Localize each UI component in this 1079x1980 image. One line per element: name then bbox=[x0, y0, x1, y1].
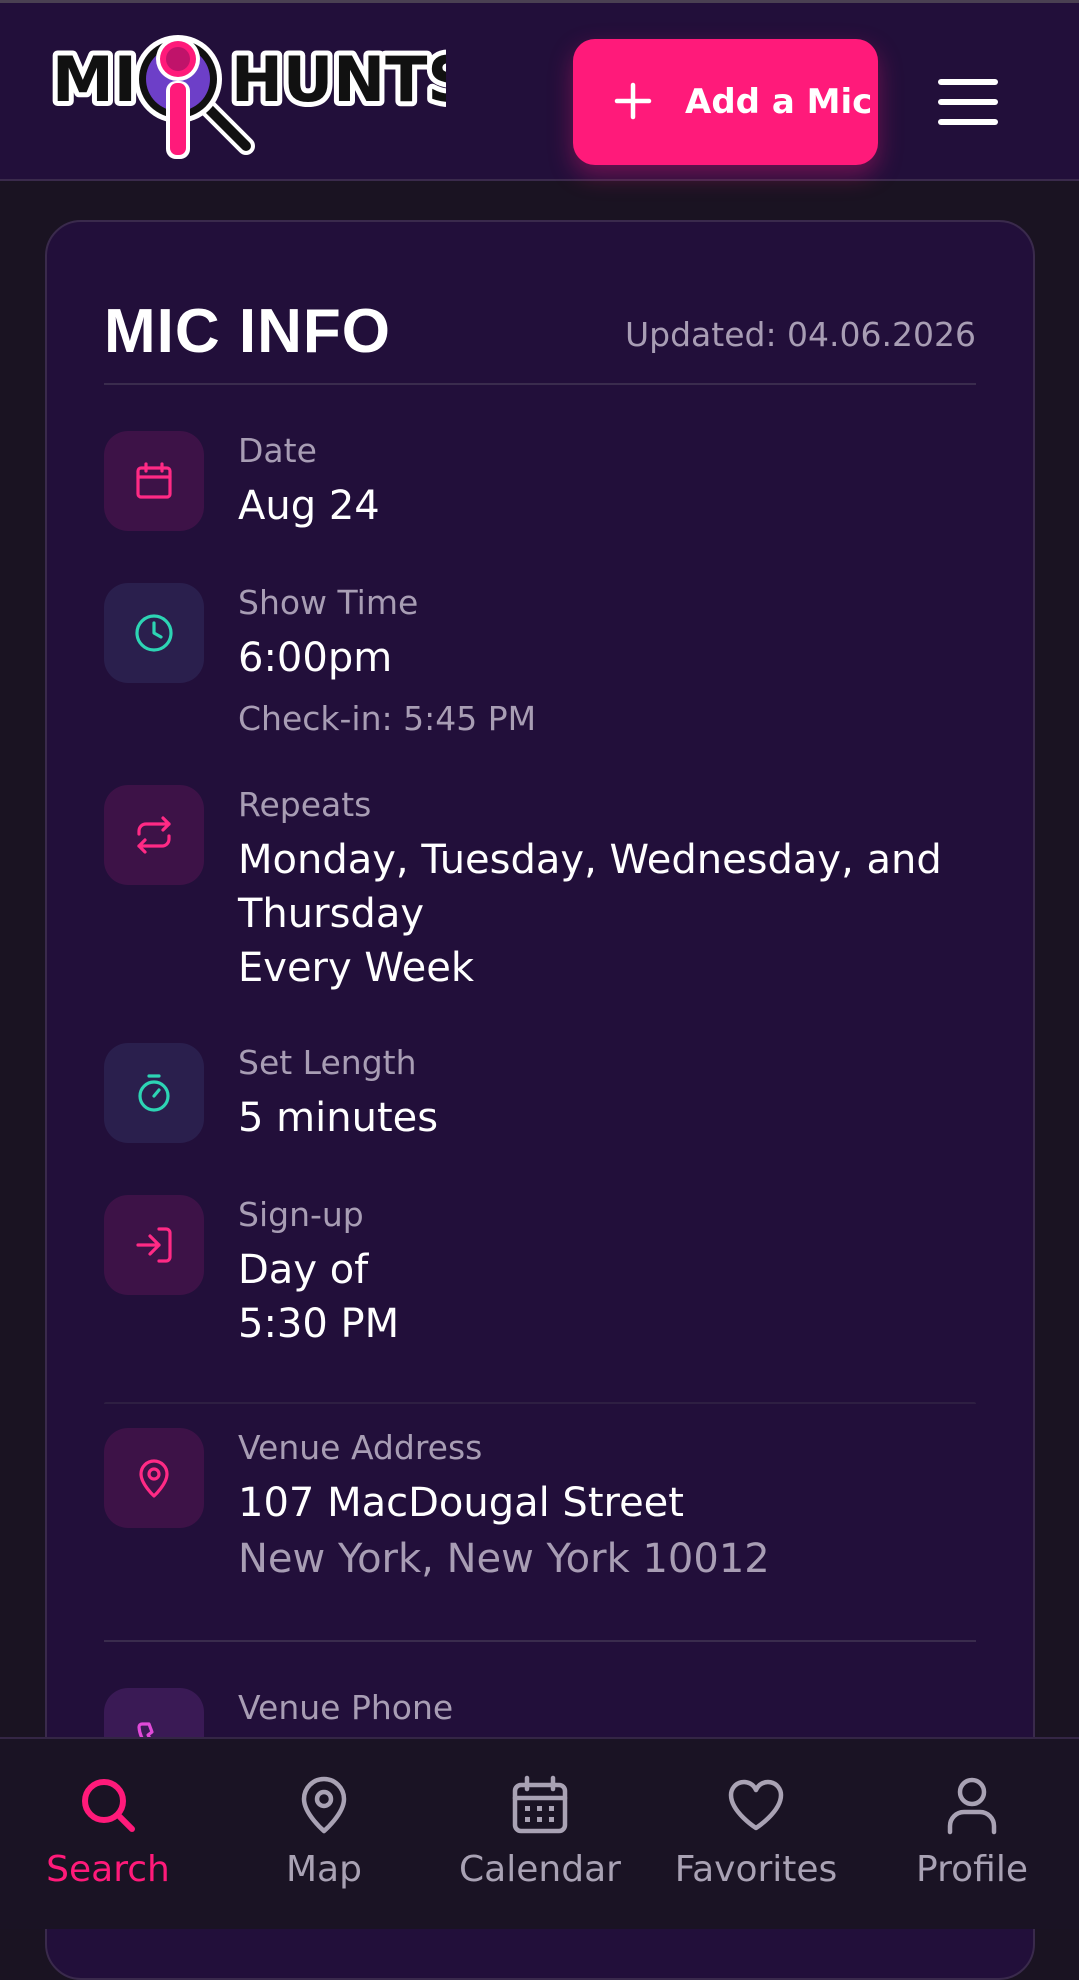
nav-search[interactable]: Search bbox=[8, 1739, 208, 1931]
nav-label: Map bbox=[286, 1849, 362, 1890]
venue-street: 107 MacDougal Street bbox=[238, 1480, 684, 1526]
nav-profile[interactable]: Profile bbox=[872, 1739, 1072, 1931]
section-divider bbox=[104, 1640, 976, 1642]
row-value-frequency: Every Week bbox=[238, 945, 474, 991]
row-value: Day of bbox=[238, 1247, 369, 1293]
calendar-icon bbox=[136, 462, 172, 499]
hamburger-menu-button[interactable] bbox=[938, 79, 998, 129]
row-value: 6:00pm bbox=[238, 635, 393, 681]
row-value: 5 minutes bbox=[238, 1095, 439, 1141]
logo-text-hunts-fill: HUNTS bbox=[231, 43, 446, 116]
menu-line bbox=[938, 119, 998, 125]
nav-label: Profile bbox=[916, 1849, 1028, 1890]
clock-icon bbox=[135, 614, 173, 652]
calendar-icon-box bbox=[104, 431, 204, 531]
nav-label: Calendar bbox=[459, 1849, 621, 1890]
row-label: Date bbox=[238, 431, 317, 470]
row-label: Repeats bbox=[238, 785, 372, 824]
row-value: Aug 24 bbox=[238, 483, 380, 529]
title-divider bbox=[104, 383, 976, 385]
add-mic-button[interactable]: Add a Mic bbox=[573, 39, 878, 165]
stopwatch-icon bbox=[138, 1074, 170, 1112]
nav-label: Search bbox=[46, 1849, 170, 1890]
nav-map[interactable]: Map bbox=[224, 1739, 424, 1931]
row-value: Monday, Tuesday, Wednesday, and Thursday bbox=[238, 837, 942, 937]
section-divider bbox=[104, 1402, 976, 1404]
repeat-icon bbox=[137, 816, 171, 854]
row-label: Sign-up bbox=[238, 1195, 364, 1234]
page-title: MIC INFO bbox=[104, 297, 391, 366]
app-header: MIC MIC HUNTS HUNTS Add a Mic bbox=[0, 3, 1079, 181]
venue-city: New York, New York 10012 bbox=[238, 1536, 770, 1582]
mic-hunts-logo[interactable]: MIC MIC HUNTS HUNTS bbox=[46, 21, 446, 181]
sign-in-icon bbox=[136, 1227, 172, 1263]
row-label: Set Length bbox=[238, 1043, 417, 1082]
map-pin-icon bbox=[139, 1459, 169, 1498]
stopwatch-icon-box bbox=[104, 1043, 204, 1143]
user-icon bbox=[947, 1777, 997, 1835]
add-mic-label: Add a Mic bbox=[685, 82, 873, 122]
plus-icon bbox=[614, 82, 652, 120]
sign-in-icon-box bbox=[104, 1195, 204, 1295]
nav-favorites[interactable]: Favorites bbox=[656, 1739, 856, 1931]
map-pin-icon-box bbox=[104, 1428, 204, 1528]
menu-line bbox=[938, 99, 998, 105]
nav-calendar[interactable]: Calendar bbox=[440, 1739, 640, 1931]
row-label: Venue Address bbox=[238, 1428, 483, 1467]
calendar-icon bbox=[512, 1775, 568, 1834]
nav-label: Favorites bbox=[674, 1849, 838, 1890]
menu-line bbox=[938, 79, 998, 85]
row-value-time: 5:30 PM bbox=[238, 1301, 400, 1347]
search-icon bbox=[82, 1779, 135, 1832]
bottom-nav: Search Map Calendar Favorites Profile bbox=[0, 1737, 1079, 1929]
repeat-icon-box bbox=[104, 785, 204, 885]
clock-icon-box bbox=[104, 583, 204, 683]
map-pin-icon bbox=[301, 1776, 347, 1834]
row-label: Venue Phone bbox=[238, 1688, 454, 1727]
heart-icon bbox=[728, 1779, 784, 1831]
updated-date: Updated: 04.06.2026 bbox=[624, 315, 976, 354]
check-in-time: Check-in: 5:45 PM bbox=[238, 699, 537, 738]
row-label: Show Time bbox=[238, 583, 419, 622]
